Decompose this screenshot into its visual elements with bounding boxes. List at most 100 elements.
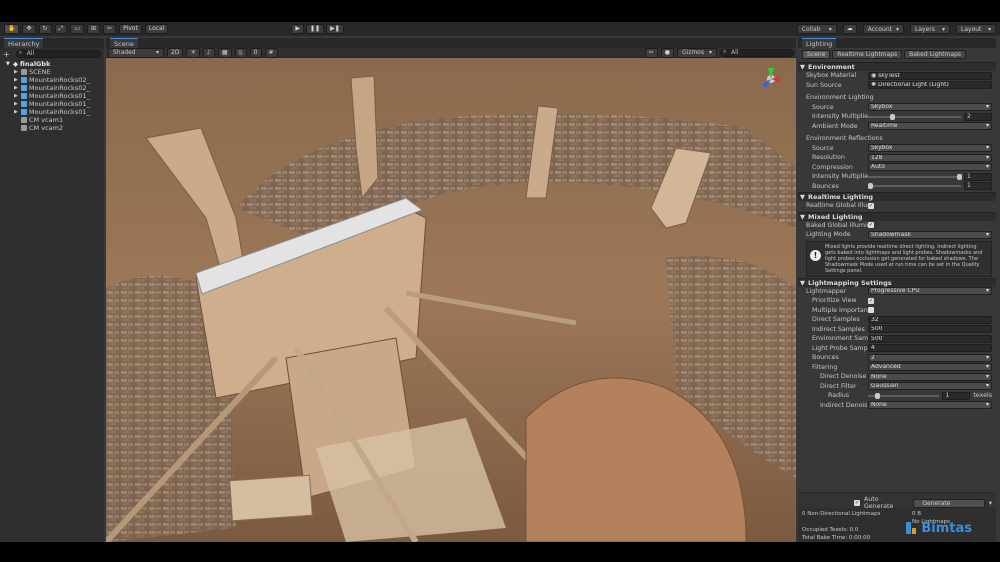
shading-dropdown[interactable]: Shaded ▾ <box>108 47 164 58</box>
probe-samples-input[interactable]: 4 <box>868 344 992 353</box>
slider-knob[interactable] <box>868 183 873 190</box>
prioritize-view-checkbox[interactable]: ✓ <box>868 297 874 304</box>
hierarchy-item[interactable]: ▶ MountainRocks01_ <box>0 92 104 100</box>
subtab-realtime-lightmaps[interactable]: Realtime Lightmaps <box>832 50 903 59</box>
multiple-importance-checkbox[interactable] <box>868 307 874 314</box>
sun-source-field[interactable]: ✺ Directional Light (Light) <box>868 81 992 90</box>
effects-toggle-icon[interactable]: ▦ <box>217 47 232 58</box>
bounces-slider[interactable]: 1 <box>868 182 992 191</box>
hidden-objects-icon[interactable]: ⦸ <box>234 47 247 58</box>
expand-arrow-icon[interactable]: ▶ <box>14 84 19 92</box>
step-icon[interactable]: ▶❚ <box>326 24 344 34</box>
subtab-scene[interactable]: Scene <box>802 50 831 59</box>
expand-arrow-icon[interactable]: ▶ <box>14 100 19 108</box>
compression-dropdown[interactable]: Auto ▾ <box>868 163 992 172</box>
expand-arrow-icon[interactable]: ▼ <box>6 60 11 68</box>
2d-toggle[interactable]: 2D <box>167 47 184 58</box>
slider-knob[interactable] <box>957 173 963 180</box>
account-dropdown[interactable]: Account ▾ <box>862 24 904 34</box>
environment-samples-input[interactable]: 500 <box>868 334 992 343</box>
scene-viewport[interactable] <box>106 58 796 542</box>
pause-icon[interactable]: ❚❚ <box>306 24 325 34</box>
subtab-baked-lightmaps[interactable]: Baked Lightmaps <box>904 50 967 59</box>
hierarchy-item[interactable]: CM vcam1 <box>0 116 104 124</box>
move-tool-icon[interactable]: ✥ <box>22 24 36 34</box>
add-icon[interactable]: + <box>0 50 13 59</box>
lighting-toggle-icon[interactable]: ☀ <box>186 47 200 58</box>
slider-knob[interactable] <box>875 392 881 399</box>
audio-toggle-icon[interactable]: ♪ <box>202 47 215 58</box>
tools-icon[interactable]: ✂ <box>644 47 658 58</box>
env-source-dropdown[interactable]: Skybox ▾ <box>868 103 992 112</box>
lightmapper-dropdown[interactable]: Progressive CPU ▾ <box>868 287 992 296</box>
hierarchy-search-input[interactable]: All <box>15 50 101 58</box>
lightmap-bounces-dropdown[interactable]: 2 ▾ <box>868 353 992 362</box>
expand-arrow-icon[interactable]: ▶ <box>14 92 19 100</box>
play-icon[interactable]: ▶ <box>291 24 305 34</box>
rotate-tool-icon[interactable]: ↻ <box>38 24 52 34</box>
tab-scene[interactable]: Scene <box>110 38 138 48</box>
gizmos-dropdown[interactable]: Gizmos ▾ <box>677 47 717 58</box>
scale-tool-icon[interactable]: ⤢ <box>54 24 68 34</box>
reflection-source-dropdown[interactable]: Skybox ▾ <box>868 144 992 153</box>
direct-denoiser-dropdown[interactable]: None ▾ <box>868 372 992 381</box>
pivot-toggle[interactable]: Pivot <box>119 24 142 34</box>
direct-filter-dropdown[interactable]: Gaussian ▾ <box>868 382 992 391</box>
realtime-gi-checkbox[interactable]: ✓ <box>868 202 874 209</box>
tab-hierarchy[interactable]: Hierarchy <box>4 38 44 48</box>
expand-arrow-icon[interactable]: ▶ <box>14 76 19 84</box>
indirect-samples-input[interactable]: 500 <box>868 325 992 334</box>
slider-knob[interactable] <box>890 113 896 120</box>
section-mixed-lighting[interactable]: ▼ Mixed Lighting <box>798 211 996 221</box>
intensity-slider[interactable]: 2 <box>868 112 992 121</box>
hierarchy-item[interactable]: ▶ MountainRocks01_ <box>0 108 104 116</box>
hidden-count[interactable]: 0 <box>249 47 262 58</box>
layout-dropdown[interactable]: Layout ▾ <box>956 24 996 34</box>
hierarchy-item[interactable]: ▶ MountainRocks01_ <box>0 100 104 108</box>
radius-slider[interactable]: 1 texels <box>868 391 992 400</box>
local-toggle[interactable]: Local <box>144 24 169 34</box>
tab-lighting[interactable]: Lighting <box>802 38 837 48</box>
field-label: Radius <box>828 392 850 400</box>
collab-dropdown[interactable]: Collab ▾ <box>796 24 837 34</box>
rect-tool-icon[interactable]: ▭ <box>70 24 85 34</box>
reflection-intensity-value[interactable]: 1 <box>964 172 992 181</box>
layers-dropdown[interactable]: Layers ▾ <box>910 24 950 34</box>
scene-search-input[interactable]: All <box>720 48 794 57</box>
hierarchy-item[interactable]: ▶ MountainRocks02_ <box>0 84 104 92</box>
generate-lighting-button[interactable]: Generate Lighting <box>913 498 985 515</box>
orientation-gizmo-icon[interactable] <box>758 66 784 92</box>
hand-tool-icon[interactable]: ✋ <box>4 24 20 34</box>
custom-tool-icon[interactable]: ✂ <box>103 24 117 34</box>
field-label: Bounces <box>812 354 839 362</box>
ambient-mode-dropdown[interactable]: Realtime ▾ <box>868 122 992 131</box>
expand-arrow-icon[interactable]: ▶ <box>14 68 19 76</box>
skybox-material-field[interactable]: ◉ skyTest <box>868 71 992 80</box>
camera-settings-icon[interactable]: ● <box>660 47 674 58</box>
section-lightmapping-settings[interactable]: ▼ Lightmapping Settings <box>798 277 996 287</box>
section-environment[interactable]: ▼ Environment <box>798 62 996 71</box>
hierarchy-item-label: SCENE <box>29 68 51 76</box>
auto-generate-checkbox[interactable]: ✓ <box>854 500 860 506</box>
expand-arrow-icon[interactable]: ▶ <box>14 108 19 116</box>
hierarchy-item[interactable]: CM vcam2 <box>0 124 104 132</box>
reflection-intensity-slider[interactable]: 1 <box>868 172 992 181</box>
direct-samples-input[interactable]: 32 <box>868 315 992 324</box>
grid-toggle-icon[interactable]: # <box>264 47 278 58</box>
hierarchy-item[interactable]: ▶ MountainRocks02_ <box>0 76 104 84</box>
hierarchy-item[interactable]: ▶ SCENE <box>0 68 104 76</box>
bounces-value[interactable]: 1 <box>964 182 992 191</box>
chevron-down-icon[interactable]: ▾ <box>989 500 992 507</box>
intensity-value[interactable]: 2 <box>964 112 992 121</box>
filtering-dropdown[interactable]: Advanced ▾ <box>868 363 992 372</box>
resolution-dropdown[interactable]: 128 ▾ <box>868 153 992 162</box>
lighting-mode-dropdown[interactable]: Shadowmask ▾ <box>868 230 992 239</box>
cloud-icon[interactable]: ☁ <box>842 24 857 34</box>
radius-value[interactable]: 1 <box>942 391 971 400</box>
scene-root-item[interactable]: ▼ ◆ finalGbk <box>0 60 104 68</box>
transform-tool-icon[interactable]: ⊞ <box>87 24 101 34</box>
cube-icon <box>21 109 27 115</box>
section-realtime-lighting[interactable]: ▼ Realtime Lighting <box>798 192 996 201</box>
baked-gi-checkbox[interactable]: ✓ <box>868 222 874 229</box>
indirect-denoiser-dropdown[interactable]: None ▾ <box>868 401 992 410</box>
